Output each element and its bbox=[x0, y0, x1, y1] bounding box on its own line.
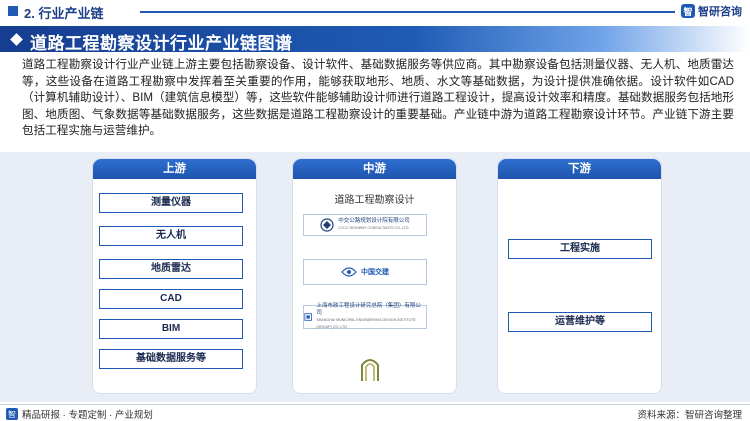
source-note: 资料来源：智研咨询整理 bbox=[637, 410, 742, 421]
upstream-item: BIM bbox=[99, 319, 243, 339]
footer-slogan: 智 精品研报 · 专题定制 · 产业规划 bbox=[6, 407, 153, 421]
title-banner: 道路工程勘察设计行业产业链图谱 bbox=[0, 26, 750, 53]
upstream-item: 基础数据服务等 bbox=[99, 349, 243, 369]
company-logo-cccc-highway: 中交公路规划设计院有限公司 CCCC HIGHWAY CONSULTANTS C… bbox=[303, 214, 427, 236]
upstream-item: 测量仪器 bbox=[99, 193, 243, 213]
downstream-item: 运营维护等 bbox=[508, 312, 652, 332]
diamond-icon bbox=[10, 33, 23, 46]
downstream-header: 下游 bbox=[498, 159, 661, 179]
smedi-emblem-icon bbox=[304, 313, 312, 321]
downstream-item: 工程实施 bbox=[508, 239, 652, 259]
company-name: 上海市政工程设计研究总院（集团）有限公司 SHANGHAI MUNICIPAL … bbox=[316, 303, 426, 331]
section-marker-icon bbox=[8, 6, 18, 16]
company-name-en: SHANGHAI MUNICIPAL ENGINEERING DESIGN IN… bbox=[316, 318, 416, 329]
footer-divider bbox=[0, 404, 750, 405]
cccc-emblem-icon bbox=[320, 218, 334, 232]
company-name-cn: 上海市政工程设计研究总院（集团）有限公司 bbox=[316, 303, 421, 316]
downstream-column: 下游 工程实施 运营维护等 bbox=[497, 158, 662, 394]
midstream-column: 中游 道路工程勘察设计 中交公路规划设计院有限公司 CCCC HIGHWAY C… bbox=[292, 158, 457, 394]
brand-name: 智研咨询 bbox=[698, 6, 742, 18]
company-logo-cccc: 中国交建 bbox=[303, 259, 427, 285]
industry-chain-diagram: 上游 测量仪器 无人机 地质雷达 CAD BIM 基础数据服务等 中游 道路工程… bbox=[0, 152, 750, 402]
company-name: 中国交建 bbox=[361, 269, 389, 276]
midstream-header: 中游 bbox=[293, 159, 456, 179]
company-logo-partial bbox=[360, 355, 380, 381]
footer-slogan-text: 精品研报 · 专题定制 · 产业规划 bbox=[22, 410, 153, 421]
page-title: 道路工程勘察设计行业产业链图谱 bbox=[30, 34, 293, 53]
company-name: 中交公路规划设计院有限公司 CCCC HIGHWAY CONSULTANTS C… bbox=[338, 218, 410, 232]
midstream-subtitle: 道路工程勘察设计 bbox=[334, 195, 415, 206]
company-logo-smedi: 上海市政工程设计研究总院（集团）有限公司 SHANGHAI MUNICIPAL … bbox=[303, 303, 427, 331]
brand-logo-icon: 智 bbox=[681, 4, 695, 18]
upstream-column: 上游 测量仪器 无人机 地质雷达 CAD BIM 基础数据服务等 bbox=[92, 158, 257, 394]
upstream-item: 无人机 bbox=[99, 226, 243, 246]
footer-logo-icon: 智 bbox=[6, 408, 18, 420]
cccc-logo-icon bbox=[341, 267, 357, 277]
arch-logo-icon bbox=[361, 359, 379, 381]
section-title: 2. 行业产业链 bbox=[24, 6, 104, 21]
company-name-en: CCCC HIGHWAY CONSULTANTS CO.,LTD. bbox=[338, 226, 410, 230]
upstream-item: CAD bbox=[99, 289, 243, 309]
upstream-item: 地质雷达 bbox=[99, 259, 243, 279]
description-paragraph: 道路工程勘察设计行业产业链上游主要包括勘察设备、设计软件、基础数据服务等供应商。… bbox=[22, 58, 734, 138]
upstream-header: 上游 bbox=[93, 159, 256, 179]
company-name-cn: 中交公路规划设计院有限公司 bbox=[338, 218, 410, 224]
section-divider bbox=[140, 11, 675, 13]
brand: 智 智研咨询 bbox=[681, 3, 742, 19]
section-header: 2. 行业产业链 智 智研咨询 bbox=[0, 0, 750, 22]
